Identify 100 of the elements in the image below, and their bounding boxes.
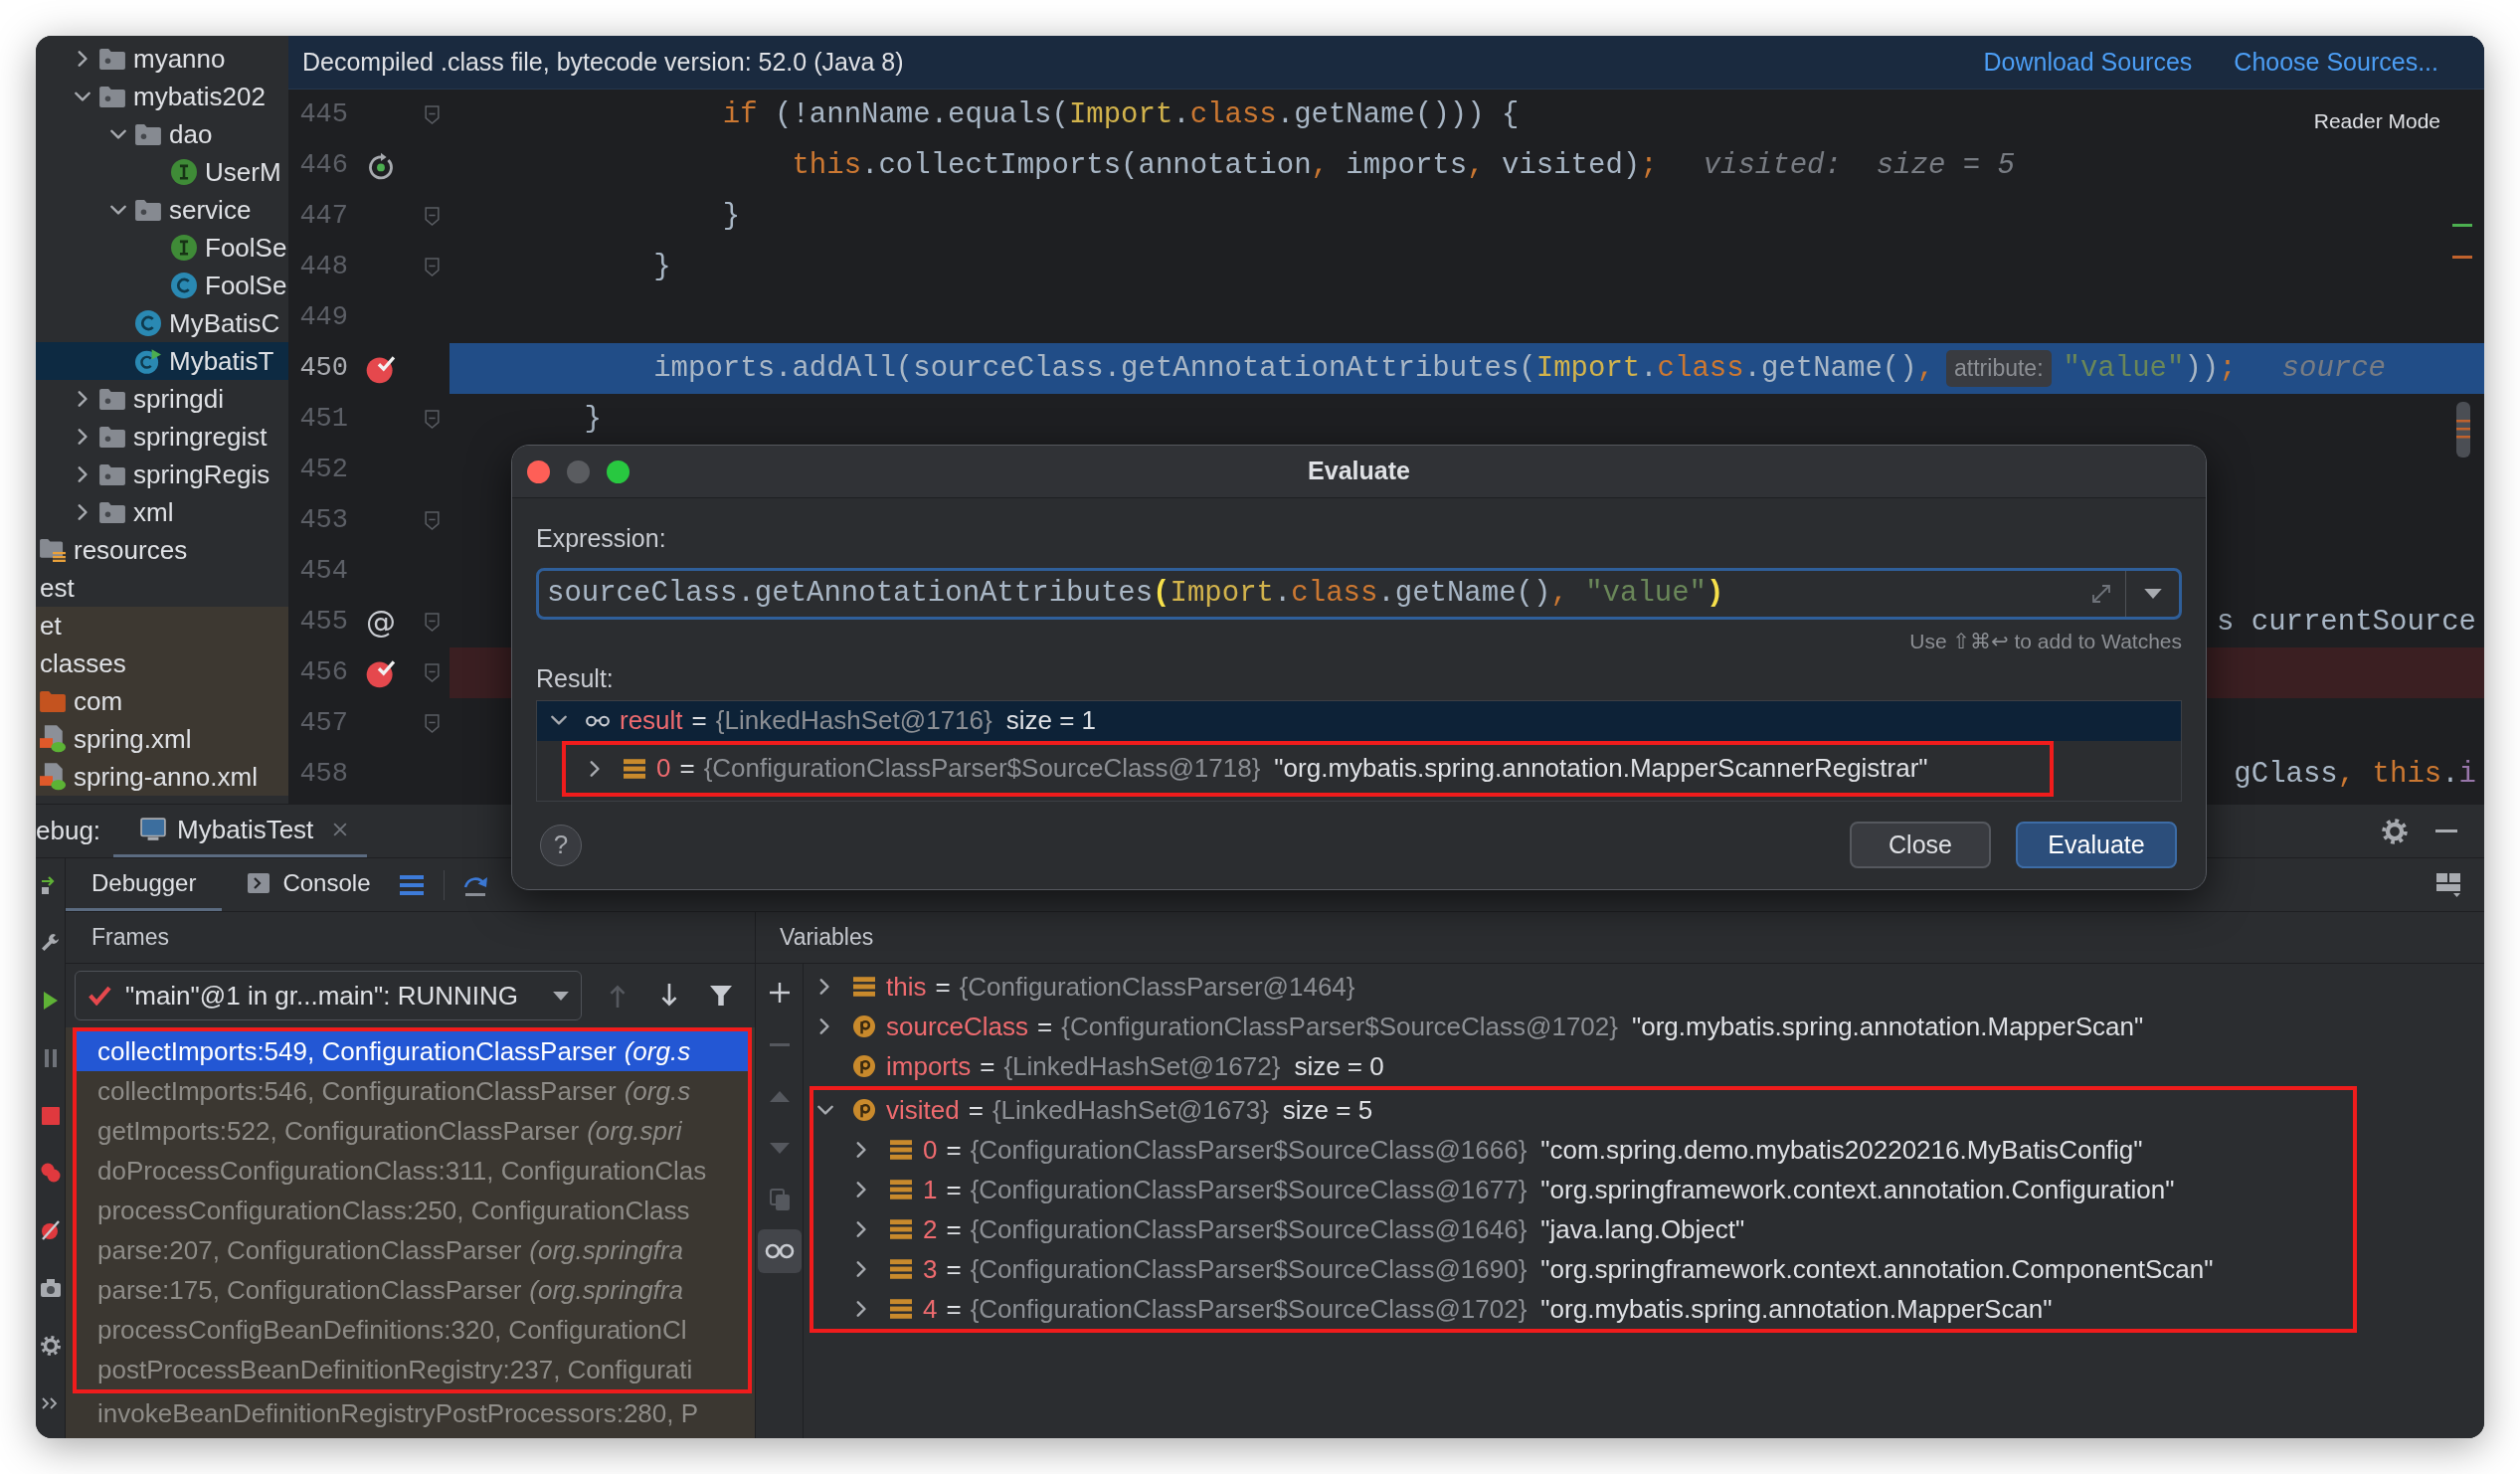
tree-item[interactable]: dao: [36, 115, 288, 153]
variable-item[interactable]: 3 = {ConfigurationClassParser$SourceClass@1690} "org.springframework.context.annotation.ComponentScan": [813, 1249, 2353, 1289]
close-icon[interactable]: [527, 460, 550, 483]
tree-item[interactable]: spring-anno.xml: [36, 758, 288, 796]
wrench-icon[interactable]: [39, 931, 62, 954]
annotation-marker[interactable]: @: [366, 600, 396, 645]
help-button[interactable]: ?: [540, 824, 582, 866]
fold-marker-icon[interactable]: [424, 207, 440, 226]
maximize-icon[interactable]: [607, 460, 630, 483]
variable-item[interactable]: 1 = {ConfigurationClassParser$SourceClass@1677} "org.springframework.context.annotation.Configuration": [813, 1170, 2353, 1209]
tree-item[interactable]: xml: [36, 493, 288, 531]
tree-item[interactable]: springregist: [36, 418, 288, 456]
chevron-right-icon[interactable]: [856, 1261, 867, 1277]
frame-item[interactable]: doProcessConfigurationClass:311, ConfigurationClas: [77, 1151, 748, 1191]
frame-item[interactable]: collectImports:546, ConfigurationClassParser (org.s: [77, 1071, 748, 1111]
close-button[interactable]: Close: [1850, 822, 1991, 868]
banner-link[interactable]: Choose Sources...: [2234, 43, 2438, 82]
debugger-tab[interactable]: Console: [222, 858, 397, 911]
list-icon[interactable]: [400, 874, 425, 895]
chevron-right-icon[interactable]: [78, 504, 89, 520]
chevron-right-icon[interactable]: [856, 1221, 867, 1237]
camera-icon[interactable]: [39, 1277, 62, 1300]
chevron-right-icon[interactable]: [590, 760, 601, 777]
stop-icon[interactable]: [39, 1104, 62, 1127]
tree-item[interactable]: spring.xml: [36, 720, 288, 758]
fold-marker-icon[interactable]: [424, 663, 440, 682]
frame-item[interactable]: postProcessBeanDefinitionRegistry:237, Configurati: [77, 1350, 748, 1389]
scrollbar-thumb[interactable]: [2456, 402, 2470, 458]
expand-icon[interactable]: [2091, 583, 2111, 604]
variable-item[interactable]: visited = {LinkedHashSet@1673} size = 5: [813, 1090, 2353, 1130]
filter-icon[interactable]: [710, 986, 732, 1006]
fold-marker-icon[interactable]: [424, 410, 440, 429]
circular-arrow-icon[interactable]: [367, 151, 395, 180]
frame-item[interactable]: parse:175, ConfigurationClassParser (org.springfra: [77, 1270, 748, 1310]
tree-item[interactable]: classes: [36, 645, 288, 682]
variable-item[interactable]: 2 = {ConfigurationClassParser$SourceClass@1646} "java.lang.Object": [813, 1209, 2353, 1249]
close-icon[interactable]: [333, 823, 348, 836]
slashed-dot-icon[interactable]: [39, 1219, 62, 1242]
frame-item[interactable]: processConfigBeanDefinitions:320, ConfigurationCl: [77, 1310, 748, 1350]
frame-item[interactable]: collectImports:549, ConfigurationClassParser (org.s: [77, 1031, 748, 1071]
chevron-down-icon[interactable]: [110, 128, 126, 140]
tree-item[interactable]: springRegis: [36, 456, 288, 493]
down-arrow-icon[interactable]: [660, 984, 678, 1008]
tree-item[interactable]: FoolSe: [36, 267, 288, 304]
tree-item[interactable]: est: [36, 569, 288, 607]
fold-marker-icon[interactable]: [424, 258, 440, 276]
chevron-down-icon[interactable]: [551, 715, 567, 726]
plus-icon[interactable]: [769, 983, 790, 1003]
layout-icon[interactable]: [2436, 872, 2460, 897]
evaluate-button[interactable]: Evaluate: [2016, 822, 2177, 868]
variable-item[interactable]: 0 = {ConfigurationClassParser$SourceClass@1718} "org.mybatis.spring.annotation.MapperScannerRegistrar": [566, 748, 2050, 789]
debug-session-tab[interactable]: MybatisTest: [113, 805, 368, 857]
tree-item[interactable]: mybatis202: [36, 78, 288, 115]
chevron-down-icon[interactable]: [75, 91, 90, 102]
variable-item[interactable]: sourceClass = {ConfigurationClassParser$SourceClass@1702} "org.mybatis.spring.annotation.MapperScan": [804, 1007, 2484, 1046]
glasses-icon[interactable]: [757, 1229, 802, 1273]
expression-field[interactable]: sourceClass.getAnnotationAttributes(Import.class.getName(), "value"): [536, 567, 2182, 620]
chevron-right-icon[interactable]: [856, 1142, 867, 1158]
chevron-right-icon[interactable]: [78, 429, 89, 445]
settings-icon[interactable]: [39, 1335, 62, 1357]
chevron-right-icon[interactable]: [819, 1018, 830, 1034]
tree-item[interactable]: UserM: [36, 153, 288, 191]
tree-item[interactable]: FoolSe: [36, 229, 288, 267]
settings-icon[interactable]: [2382, 818, 2408, 844]
chevron-right-icon[interactable]: [856, 1182, 867, 1198]
tree-item[interactable]: MybatisT: [36, 342, 288, 380]
tree-item[interactable]: et: [36, 607, 288, 645]
chevron-right-icon[interactable]: [78, 466, 89, 482]
variable-item[interactable]: 0 = {ConfigurationClassParser$SourceClass@1666} "com.spring.demo.mybatis20220216.MyBatisConfig": [813, 1130, 2353, 1170]
chevron-right-icon[interactable]: [78, 51, 89, 67]
code-text: this.collectImports(annotation, imports, visited);: [792, 147, 1658, 184]
variable-item[interactable]: result = {LinkedHashSet@1716} size = 1: [537, 700, 2181, 741]
chevron-right-icon[interactable]: [856, 1301, 867, 1317]
fold-marker-icon[interactable]: [424, 613, 440, 632]
tree-item[interactable]: resources: [36, 531, 288, 569]
chevron-right-icon[interactable]: [819, 979, 830, 995]
chevron-right-icon[interactable]: [78, 391, 89, 407]
banner-link[interactable]: Download Sources: [1983, 43, 2193, 82]
reader-mode-button[interactable]: Reader Mode: [2313, 105, 2440, 137]
tree-item[interactable]: MyBatisC: [36, 304, 288, 342]
debugger-tab[interactable]: Debugger: [66, 858, 223, 911]
fold-marker-icon[interactable]: [424, 105, 440, 124]
fold-marker-icon[interactable]: [424, 714, 440, 733]
frame-item[interactable]: parse:207, ConfigurationClassParser (org.springfra: [77, 1230, 748, 1270]
tree-item[interactable]: myanno: [36, 40, 288, 78]
overlapping-dots-icon[interactable]: [39, 1162, 62, 1185]
chevron-down-icon[interactable]: [110, 204, 126, 216]
chevron-down-icon[interactable]: [817, 1104, 833, 1116]
frame-item[interactable]: getImports:522, ConfigurationClassParser (org.spri: [77, 1111, 748, 1151]
variable-item[interactable]: this = {ConfigurationClassParser@1464}: [804, 967, 2484, 1007]
fold-marker-icon[interactable]: [424, 511, 440, 530]
frame-item[interactable]: processConfigurationClass:250, ConfigurationClass: [77, 1191, 748, 1230]
thread-dropdown[interactable]: "main"@1 in gr...main": RUNNING: [75, 971, 582, 1020]
variable-item[interactable]: imports = {LinkedHashSet@1672} size = 0: [804, 1046, 2484, 1086]
frame-item[interactable]: invokeBeanDefinitionRegistryPostProcessors:280, P: [66, 1393, 755, 1433]
caret-icon[interactable]: [2143, 588, 2162, 599]
variable-item[interactable]: 4 = {ConfigurationClassParser$SourceClass@1702} "org.mybatis.spring.annotation.MapperScan": [813, 1289, 2353, 1329]
tree-item[interactable]: springdi: [36, 380, 288, 418]
tree-item[interactable]: service: [36, 191, 288, 229]
tree-item[interactable]: com: [36, 682, 288, 720]
